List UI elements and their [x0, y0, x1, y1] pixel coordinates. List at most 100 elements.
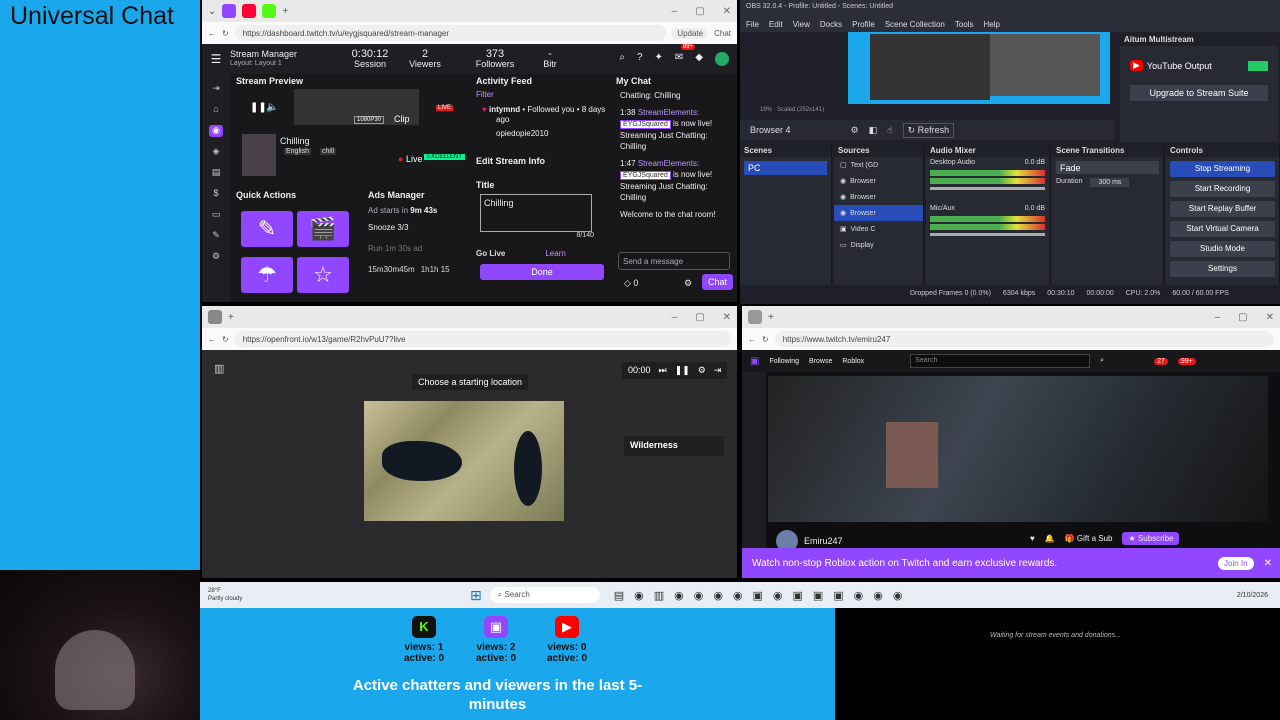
source-item[interactable]: ◉ Browser [834, 173, 923, 189]
close-banner-icon[interactable]: ✕ [1264, 558, 1272, 569]
search-icon[interactable]: ⌕ [1100, 357, 1104, 365]
content-icon[interactable]: ▭ [209, 209, 223, 221]
monetize-icon[interactable]: $ [209, 188, 223, 200]
world-map[interactable] [364, 401, 564, 521]
stream-video[interactable] [768, 376, 1268, 522]
interact-icon[interactable]: ☝ [887, 125, 892, 136]
snooze-button[interactable]: Snooze 3/3 [368, 223, 468, 232]
kick-tab-icon[interactable] [262, 4, 277, 18]
tab-icon[interactable] [748, 310, 762, 324]
weather-widget[interactable]: 28°F Partly cloudy [200, 587, 280, 603]
new-tab-icon[interactable]: + [228, 312, 234, 323]
close-icon[interactable]: ✕ [1266, 312, 1274, 323]
analytics-icon[interactable]: ▤ [209, 167, 223, 179]
search-icon[interactable]: ⌕ [619, 52, 625, 66]
leaderboard-icon[interactable]: ▥ [214, 362, 224, 375]
menu-tools[interactable]: Tools [955, 20, 974, 29]
home-icon[interactable]: ⌂ [209, 104, 223, 116]
layout-selector[interactable]: Layout: Layout 1 [230, 59, 345, 68]
scene-item[interactable]: PC [744, 161, 827, 175]
pause-icon[interactable]: ❚❚ [675, 365, 690, 376]
close-icon[interactable]: ✕ [723, 6, 731, 17]
run-ad-action[interactable]: ☂ [241, 257, 293, 293]
pinned-apps[interactable]: ▤◉▥◉◉◉◉▣◉▣▣▣◉◉◉ [614, 589, 913, 602]
obs-preview[interactable] [848, 32, 1110, 104]
source-item-selected[interactable]: ◉ Browser [834, 205, 923, 221]
close-icon[interactable]: ✕ [723, 312, 731, 323]
twitch-tab-icon[interactable] [222, 4, 237, 18]
message-badge[interactable]: 99+ [1177, 357, 1196, 365]
notifications-icon[interactable]: ✉ 99+ [675, 44, 696, 66]
bits-icon[interactable]: ◆ [695, 52, 703, 66]
minimize-icon[interactable]: – [672, 312, 678, 323]
help-icon[interactable]: ? [637, 52, 643, 66]
source-item[interactable]: ▢ Text (GD [834, 157, 923, 173]
menu-file[interactable]: File [746, 20, 759, 29]
duration-input[interactable]: 300 ms [1090, 178, 1130, 187]
collapse-icon[interactable]: ⇥ [209, 83, 223, 95]
shoutout-action[interactable]: ☆ [297, 257, 349, 293]
system-clock[interactable]: 2/10/2026 [1237, 592, 1268, 599]
nav-following[interactable]: Following [769, 358, 799, 365]
done-button[interactable]: Done [480, 264, 604, 280]
add-marker-action[interactable]: 🎬 [297, 211, 349, 247]
twitch-search-input[interactable]: Search [910, 354, 1091, 368]
clip-button[interactable]: Clip [394, 114, 410, 124]
back-icon[interactable]: ← [748, 335, 756, 344]
source-item[interactable]: ▣ Video C [834, 221, 923, 237]
twitch-logo-icon[interactable]: ▣ [750, 356, 759, 367]
fast-forward-icon[interactable]: ⏭ [659, 365, 667, 376]
start-recording-button[interactable]: Start Recording [1170, 181, 1275, 197]
openfront-tab-icon[interactable] [208, 310, 222, 324]
stop-streaming-button[interactable]: Stop Streaming [1170, 161, 1275, 177]
output-toggle[interactable] [1248, 60, 1268, 71]
tab-scroll-icon[interactable]: ⌄ [208, 6, 216, 17]
creator-camp-icon[interactable]: ✎ [209, 230, 223, 242]
taskbar-search[interactable]: ⌕ Search [489, 587, 600, 603]
heart-icon[interactable]: ♥ [1030, 534, 1035, 543]
menu-help[interactable]: Help [984, 20, 1000, 29]
youtube-tab-icon[interactable] [242, 4, 257, 18]
upgrade-button[interactable]: Upgrade to Stream Suite [1130, 85, 1268, 101]
join-in-button[interactable]: Join In [1218, 556, 1254, 570]
menu-docks[interactable]: Docks [820, 20, 842, 29]
chat-send-button[interactable]: Chat [702, 274, 734, 290]
learn-link[interactable]: Learn [545, 249, 565, 258]
edit-stream-info-action[interactable]: ✎ [241, 211, 293, 247]
back-icon[interactable]: ← [208, 29, 216, 38]
replay-buffer-button[interactable]: Start Replay Buffer [1170, 201, 1275, 217]
chat-input[interactable]: Send a message [618, 252, 730, 270]
maximize-icon[interactable]: ▢ [695, 6, 704, 17]
source-item[interactable]: ◉ Browser [834, 189, 923, 205]
minimize-icon[interactable]: – [672, 6, 678, 17]
url-field[interactable]: https://www.twitch.tv/emiru247 [774, 331, 1274, 347]
run-ad-button[interactable]: Run 1m 30s ad [368, 244, 468, 253]
filters-icon[interactable]: ◧ [869, 125, 878, 136]
notification-bell-icon[interactable]: 🔔 [1045, 534, 1055, 543]
stream-manager-icon[interactable]: ◉ [209, 125, 223, 137]
volume-slider[interactable] [930, 187, 1045, 190]
extensions-icon[interactable]: ✦ [655, 52, 663, 66]
reload-icon[interactable]: ↻ [762, 335, 769, 344]
studio-mode-button[interactable]: Studio Mode [1170, 241, 1275, 257]
copilot-chat-button[interactable]: Chat [714, 29, 731, 38]
menu-icon[interactable]: ☰ [202, 52, 230, 66]
minimize-icon[interactable]: – [1215, 312, 1221, 323]
settings-button[interactable]: Settings [1170, 261, 1275, 277]
volume-icon[interactable]: 🔈 [266, 102, 278, 113]
nav-browse[interactable]: Browse [809, 358, 832, 365]
menu-scene-collection[interactable]: Scene Collection [885, 20, 945, 29]
refresh-button[interactable]: ↻ Refresh [902, 122, 955, 138]
pause-icon[interactable]: ❚❚ [250, 102, 267, 113]
promote-icon[interactable]: ◈ [209, 146, 223, 158]
avatar[interactable] [715, 52, 729, 66]
settings-icon[interactable]: ⚙ [698, 365, 706, 376]
new-tab-icon[interactable]: + [768, 312, 774, 323]
channel-name[interactable]: Emiru247 [804, 536, 843, 546]
title-input[interactable]: Chilling [480, 194, 592, 232]
menu-view[interactable]: View [793, 20, 810, 29]
url-field[interactable]: https://openfront.io/w13/game/R2hvPuU7?l… [234, 331, 731, 347]
exit-icon[interactable]: ⇥ [714, 365, 722, 376]
url-field[interactable]: https://dashboard.twitch.tv/u/eygjsquare… [234, 25, 667, 41]
maximize-icon[interactable]: ▢ [695, 312, 704, 323]
